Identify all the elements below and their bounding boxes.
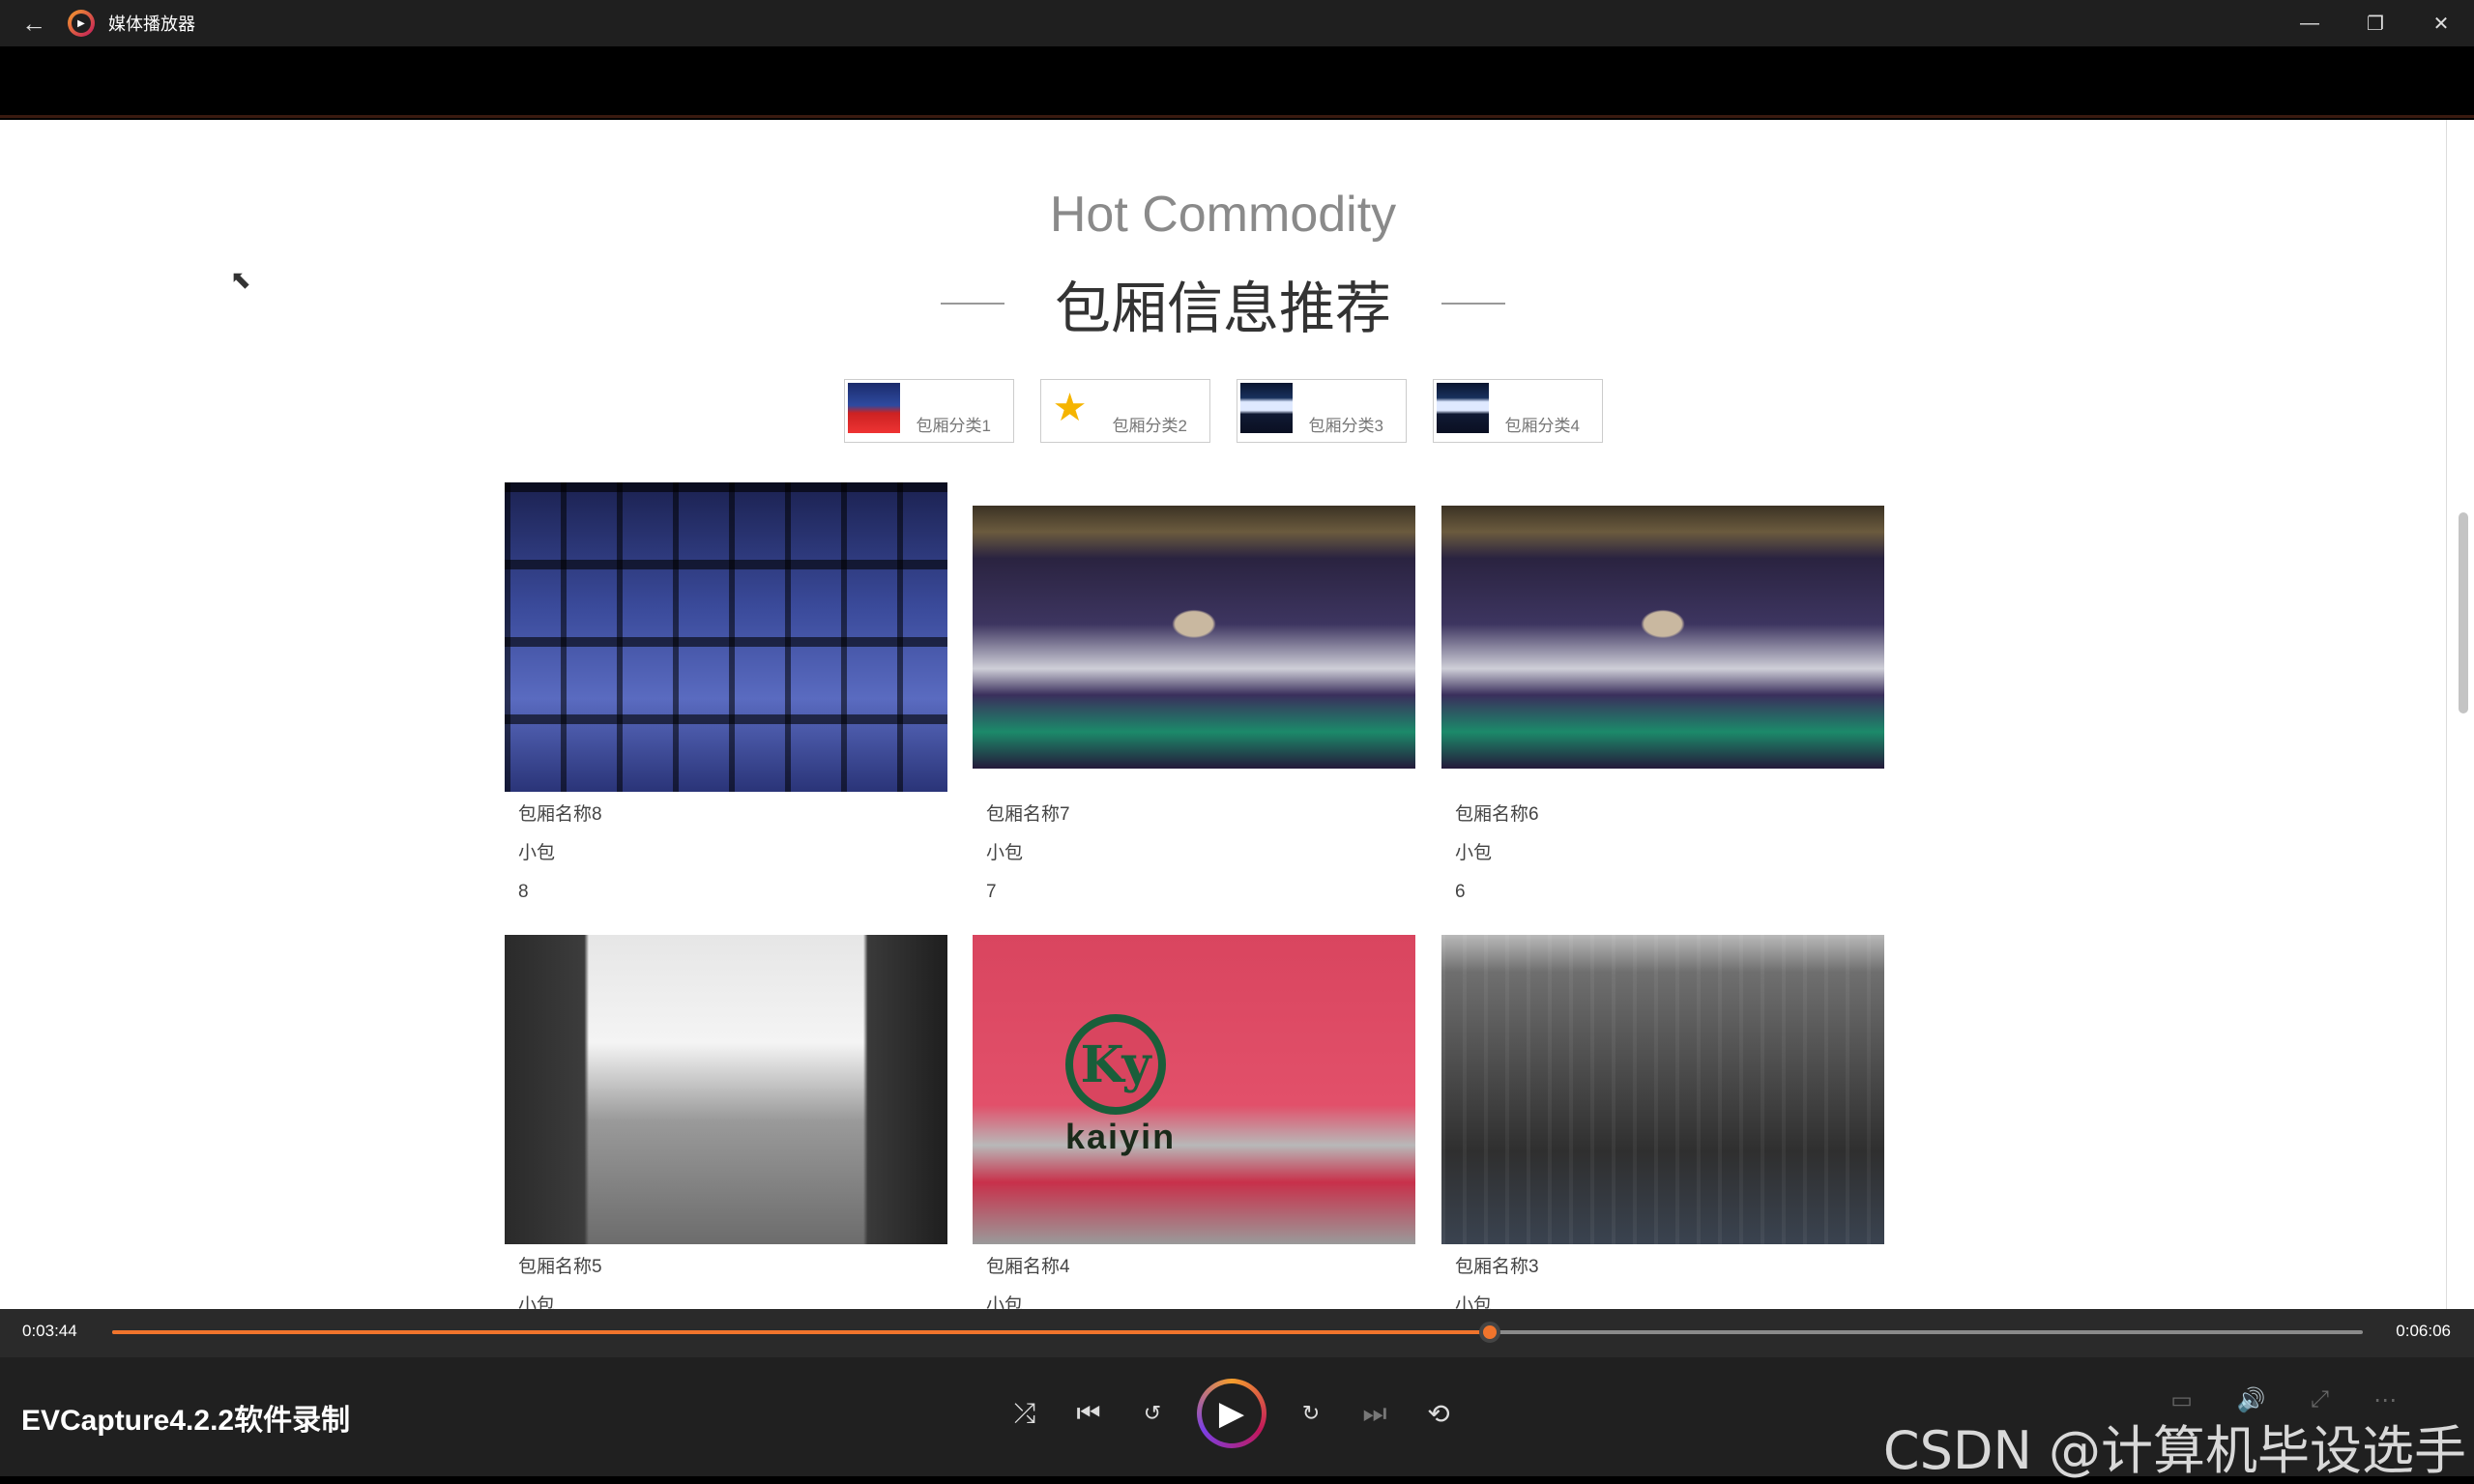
- section-heading-cn: 包厢信息推荐: [1054, 276, 1391, 341]
- category-tab-2[interactable]: ★ 包厢分类2: [1039, 379, 1210, 443]
- window-title: 媒体播放器: [108, 15, 195, 34]
- playback-buttons: ⤮ ⏮ ↺ ▶ ↻ ⏭ ⟲: [1005, 1379, 1458, 1448]
- box-name: 包厢名称4: [986, 1257, 1070, 1277]
- title-bar: ← ▶ 媒体播放器 — ❐ ✕: [0, 0, 2474, 46]
- star-thumbnail-icon: ★: [1052, 387, 1088, 429]
- box-image-corridor: [505, 935, 947, 1244]
- category-label: 包厢分类2: [1112, 417, 1187, 435]
- box-meta: 包厢名称6 小包 6: [1441, 796, 1884, 912]
- media-player-app-icon: ▶: [68, 10, 95, 37]
- total-duration: 0:06:06: [2396, 1322, 2451, 1340]
- kaiyin-text: kaiyin: [1065, 1117, 1177, 1156]
- category-tab-4[interactable]: 包厢分类4: [1432, 379, 1603, 443]
- next-icon[interactable]: ⏭: [1355, 1394, 1394, 1433]
- video-frame-webpage: ⬉ Hot Commodity 包厢信息推荐 包厢分类1 ★ 包厢分类2 包厢分…: [0, 120, 2446, 1309]
- restore-icon[interactable]: ❐: [2343, 0, 2408, 46]
- category-label: 包厢分类3: [1308, 417, 1383, 435]
- close-icon[interactable]: ✕: [2408, 0, 2474, 46]
- page-scrollbar[interactable]: [2446, 120, 2474, 1309]
- box-number: 7: [986, 882, 997, 902]
- box-card[interactable]: Ky kaiyin 包厢名称4 小包 4: [973, 935, 1415, 1309]
- previous-icon[interactable]: ⏮: [1069, 1394, 1108, 1433]
- box-card[interactable]: 包厢名称7 小包 7: [973, 506, 1415, 912]
- window-controls: — ❐ ✕: [2277, 0, 2474, 46]
- video-top-band: [0, 46, 2474, 118]
- heading-divider-left: [940, 303, 1004, 305]
- seek-handle[interactable]: [1478, 1322, 1500, 1343]
- box-number: 6: [1455, 882, 1466, 902]
- category-tabs: 包厢分类1 ★ 包厢分类2 包厢分类3 包厢分类4: [0, 379, 2446, 443]
- back-arrow-icon[interactable]: ←: [0, 0, 68, 46]
- repeat-off-icon[interactable]: ⟲: [1419, 1394, 1458, 1433]
- box-number: 8: [518, 882, 529, 902]
- box-card[interactable]: 包厢名称5 小包 5: [505, 935, 947, 1309]
- box-name: 包厢名称8: [518, 804, 602, 825]
- minimize-icon[interactable]: —: [2277, 0, 2343, 46]
- box-name: 包厢名称5: [518, 1257, 602, 1277]
- box-card[interactable]: 包厢名称3 小包 3: [1441, 935, 1884, 1309]
- box-image-home-theater: [973, 506, 1415, 769]
- category-tab-1[interactable]: 包厢分类1: [843, 379, 1014, 443]
- skip-back-10-icon[interactable]: ↺: [1133, 1394, 1172, 1433]
- box-type: 小包: [518, 843, 556, 863]
- play-icon: ▶: [1202, 1383, 1262, 1443]
- box-meta: 包厢名称7 小包 7: [973, 796, 1415, 912]
- box-meta: 包厢名称5 小包 5: [505, 1248, 947, 1309]
- timeline-bar: 0:03:44 0:06:06: [0, 1309, 2474, 1357]
- seek-bar[interactable]: [112, 1322, 2363, 1343]
- ky-logo: Ky: [1065, 1014, 1166, 1115]
- box-image-private-room: [1441, 935, 1884, 1244]
- category-thumbnail: [1436, 383, 1489, 433]
- box-image-cinema-seats: [505, 482, 947, 792]
- play-button[interactable]: ▶: [1197, 1379, 1266, 1448]
- section-heading-en: Hot Commodity: [1049, 187, 1397, 243]
- category-thumbnail: [1239, 383, 1293, 433]
- csdn-watermark: CSDN @计算机毕设选手: [1882, 1420, 2466, 1481]
- category-label: 包厢分类1: [916, 417, 991, 435]
- box-type: 小包: [986, 1295, 1024, 1309]
- box-type: 小包: [518, 1295, 556, 1309]
- box-image-home-theater: [1441, 506, 1884, 769]
- section-heading-row: 包厢信息推荐: [0, 263, 2446, 344]
- box-type: 小包: [1455, 843, 1493, 863]
- box-type: 小包: [986, 843, 1024, 863]
- shuffle-icon[interactable]: ⤮: [1005, 1394, 1044, 1433]
- box-card[interactable]: 包厢名称8 小包 8: [505, 482, 947, 912]
- box-card[interactable]: 包厢名称6 小包 6: [1441, 506, 1884, 912]
- recording-label: EVCapture4.2.2软件录制: [21, 1405, 351, 1437]
- elapsed-time: 0:03:44: [22, 1322, 77, 1340]
- category-label: 包厢分类4: [1504, 417, 1580, 435]
- player-controls: 0:03:44 0:06:06 EVCapture4.2.2软件录制 ⤮ ⏮ ↺…: [0, 1309, 2474, 1481]
- box-image-red-cinema: Ky kaiyin: [973, 935, 1415, 1244]
- box-name: 包厢名称3: [1455, 1257, 1539, 1277]
- heading-divider-right: [1441, 303, 1505, 305]
- category-thumbnail: [847, 383, 900, 433]
- box-meta: 包厢名称4 小包 4: [973, 1248, 1415, 1309]
- scrollbar-thumb[interactable]: [2459, 512, 2468, 713]
- category-tab-3[interactable]: 包厢分类3: [1236, 379, 1407, 443]
- seek-bar-progress: [112, 1330, 1490, 1334]
- box-name: 包厢名称7: [986, 804, 1070, 825]
- skip-forward-30-icon[interactable]: ↻: [1292, 1394, 1330, 1433]
- box-name: 包厢名称6: [1455, 804, 1539, 825]
- box-meta: 包厢名称8 小包 8: [505, 796, 947, 912]
- box-meta: 包厢名称3 小包 3: [1441, 1248, 1884, 1309]
- box-type: 小包: [1455, 1295, 1493, 1309]
